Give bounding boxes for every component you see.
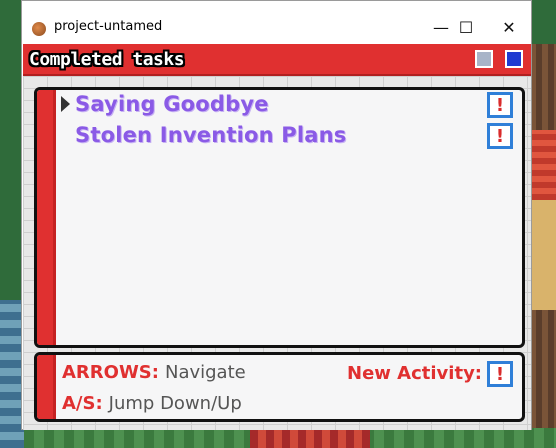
- controls-help: ARROWS: Navigate A/S: Jump Down/Up New A…: [34, 352, 525, 422]
- help-arrows: ARROWS: Navigate: [62, 362, 246, 383]
- legend-badge-icon: !: [487, 361, 513, 387]
- new-activity-label: New Activity:: [347, 363, 482, 384]
- title-bar[interactable]: project-untamed — ☐ ✕: [22, 1, 531, 44]
- task-label: Stolen Invention Plans: [75, 123, 347, 147]
- maximize-button[interactable]: ☐: [442, 11, 490, 43]
- close-button[interactable]: ✕: [486, 11, 532, 43]
- task-label: Saying Goodbye: [75, 92, 269, 116]
- list-accent-stripe: [37, 90, 56, 345]
- as-key-label: A/S:: [62, 393, 103, 414]
- selection-cursor-icon: [61, 96, 70, 112]
- arrows-description: Navigate: [164, 362, 246, 383]
- close-panel-button[interactable]: [505, 50, 523, 68]
- toggle-view-button[interactable]: [475, 50, 493, 68]
- panel-header: Completed tasks: [23, 44, 531, 76]
- task-list: Saying Goodbye ! Stolen Invention Plans …: [34, 87, 525, 348]
- as-description: Jump Down/Up: [108, 393, 242, 414]
- help-accent-stripe: [37, 355, 56, 419]
- background-market-stall: [250, 430, 370, 448]
- background-wall: [530, 200, 556, 310]
- window-title: project-untamed: [54, 19, 163, 34]
- new-activity-badge-icon[interactable]: !: [487, 92, 513, 118]
- app-window: project-untamed — ☐ ✕ Completed tasks Sa…: [21, 0, 532, 430]
- task-item[interactable]: Saying Goodbye: [75, 90, 269, 118]
- arrows-key-label: ARROWS:: [62, 362, 159, 383]
- background-roof: [530, 130, 556, 200]
- task-item[interactable]: Stolen Invention Plans: [75, 121, 346, 149]
- help-as: A/S: Jump Down/Up: [62, 393, 242, 414]
- panel-title: Completed tasks: [29, 49, 185, 70]
- app-icon: [32, 22, 46, 36]
- new-activity-badge-icon[interactable]: !: [487, 123, 513, 149]
- tasks-panel: Completed tasks Saying Goodbye ! Stolen …: [23, 44, 531, 430]
